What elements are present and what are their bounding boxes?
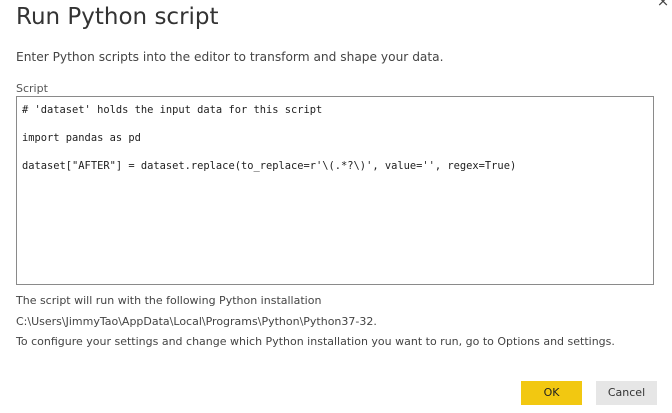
python-installation-note: The script will run with the following P… [16,294,322,307]
dialog-title: Run Python script [16,4,219,30]
ok-button[interactable]: OK [521,381,582,405]
dialog-description: Enter Python scripts into the editor to … [16,50,444,64]
code-line-3: import pandas as pd [22,132,141,144]
script-editor[interactable]: # 'dataset' holds the input data for thi… [16,96,654,285]
code-line-1: # 'dataset' holds the input data for thi… [22,104,323,116]
python-installation-path: C:\Users\JimmyTao\AppData\Local\Programs… [16,315,377,328]
close-icon[interactable]: × [654,0,672,10]
code-line-5: dataset["AFTER"] = dataset.replace(to_re… [22,160,517,172]
options-settings-note: To configure your settings and change wh… [16,335,615,348]
cancel-button[interactable]: Cancel [596,381,657,405]
run-python-script-dialog: × Run Python script Enter Python scripts… [0,0,672,413]
script-label: Script [16,82,48,95]
